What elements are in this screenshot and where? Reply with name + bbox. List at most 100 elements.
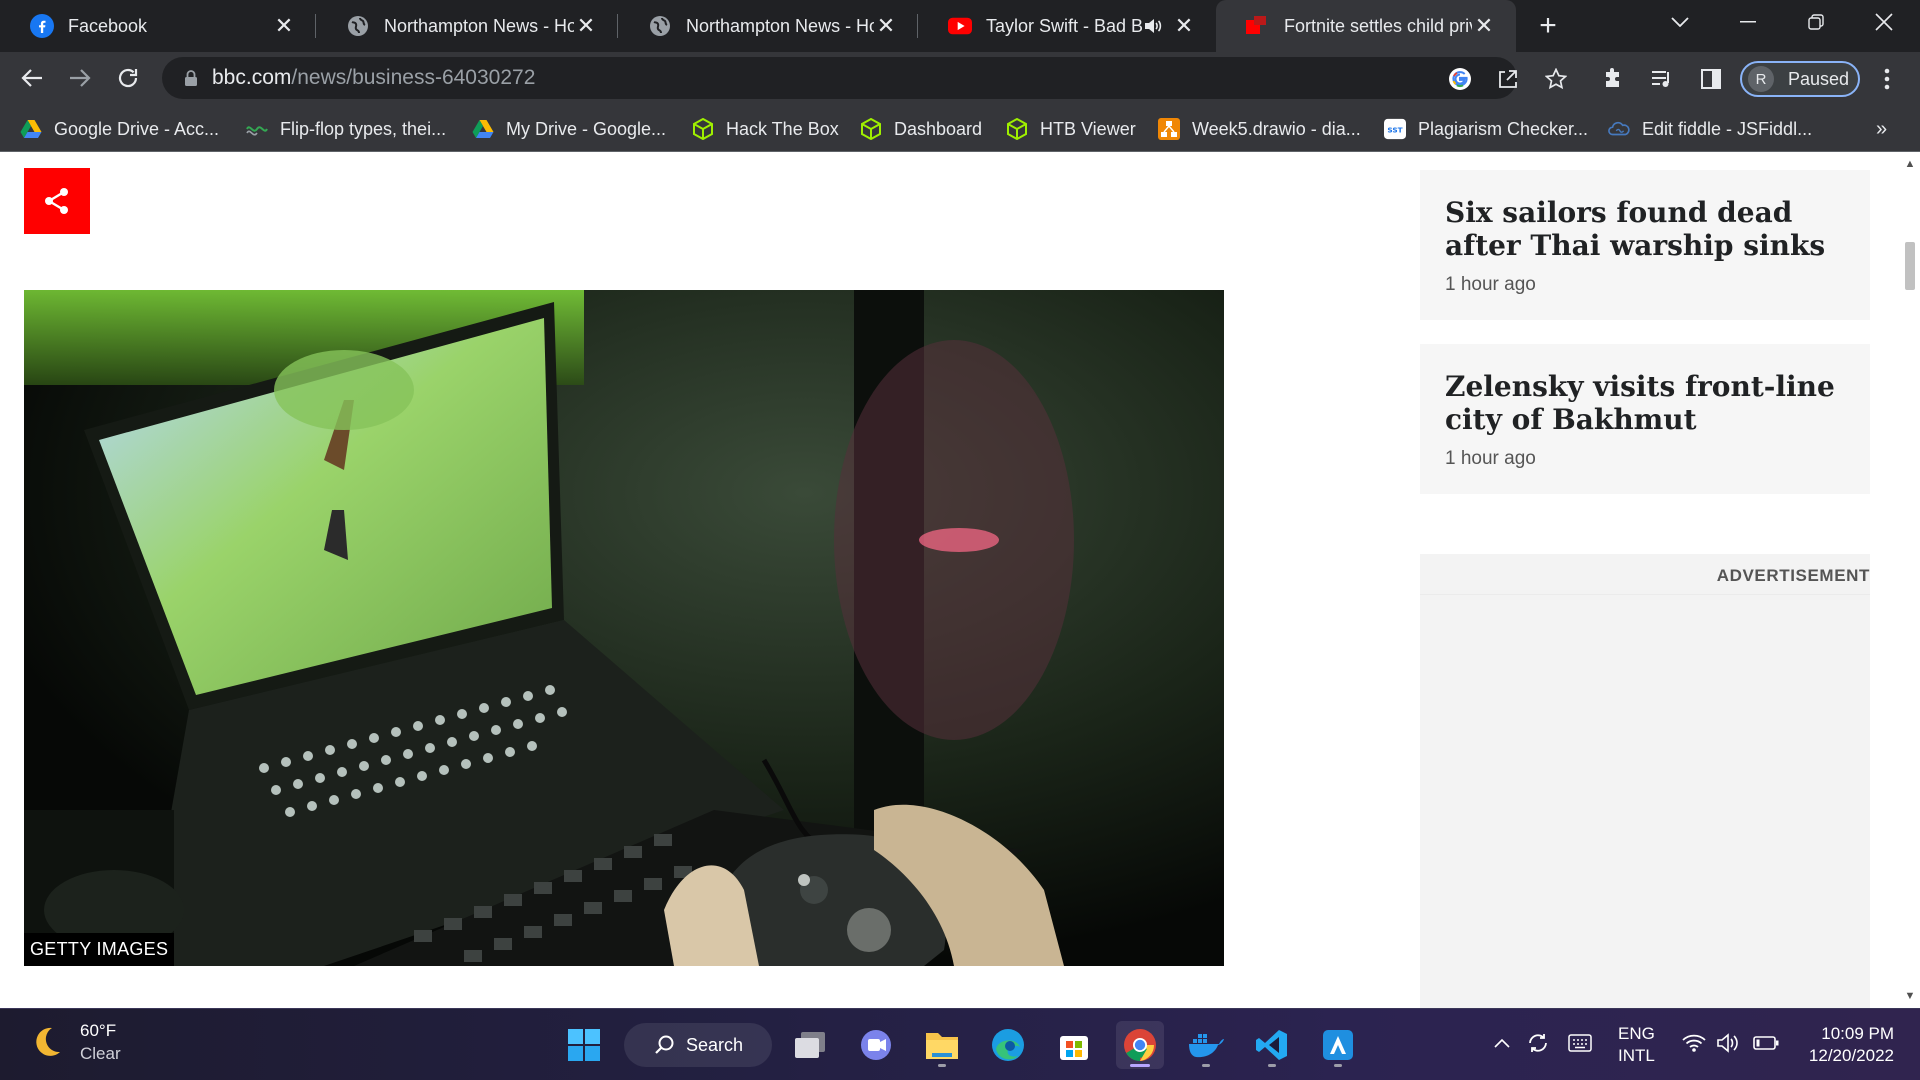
youtube-icon	[948, 14, 972, 38]
more-bookmarks-chevron-icon[interactable]: »	[1876, 116, 1887, 142]
hackthebox-icon	[692, 118, 714, 140]
tray-overflow-chevron-icon[interactable]	[1488, 1029, 1516, 1057]
hackthebox-icon	[1006, 118, 1028, 140]
google-lens-icon[interactable]	[1448, 67, 1472, 91]
wifi-icon[interactable]	[1680, 1029, 1708, 1057]
share-page-icon[interactable]	[1496, 67, 1520, 91]
clock-time: 10:09 PM	[1821, 1024, 1894, 1043]
new-tab-button[interactable]: +	[1532, 9, 1564, 42]
close-tab-icon[interactable]: ✕	[1472, 13, 1496, 38]
story-headline[interactable]: Zelensky visits front-line city of Bakhm…	[1445, 370, 1845, 436]
volume-icon[interactable]	[1714, 1029, 1742, 1057]
article-hero-image: GETTY IMAGES	[24, 290, 1224, 966]
close-tab-icon[interactable]: ✕	[874, 13, 898, 38]
file-explorer-button[interactable]	[918, 1021, 966, 1069]
microsoft-store-button[interactable]	[1050, 1021, 1098, 1069]
bookmarks-bar: Google Drive - Acc... Flip-flop types, t…	[0, 104, 1920, 152]
tab-search-chevron-icon[interactable]	[1652, 0, 1708, 44]
windows-logo-icon	[568, 1029, 600, 1061]
url-path: /news/business-64030272	[291, 66, 536, 89]
tab-northampton-2[interactable]: Northampton News - Hom ✕	[618, 0, 918, 52]
chrome-icon	[1124, 1029, 1156, 1061]
vertical-scrollbar[interactable]: ▲ ▼	[1900, 152, 1920, 1008]
close-tab-icon[interactable]: ✕	[1172, 13, 1196, 38]
tab-title: Facebook	[68, 15, 148, 36]
moon-icon	[36, 1027, 60, 1056]
profile-button[interactable]: R Paused	[1740, 61, 1860, 97]
touch-keyboard-icon[interactable]	[1566, 1029, 1594, 1057]
back-button[interactable]	[14, 60, 50, 96]
extensions-puzzle-icon[interactable]	[1600, 66, 1626, 92]
teams-chat-button[interactable]	[852, 1021, 900, 1069]
forward-button[interactable]	[62, 60, 98, 96]
url-host: bbc.com	[212, 66, 292, 89]
docker-whale-icon	[1189, 1034, 1224, 1058]
minimize-button[interactable]	[1720, 0, 1776, 44]
sidebar-story-card[interactable]: Six sailors found dead after Thai warshi…	[1420, 170, 1870, 320]
speaker-icon[interactable]	[1142, 15, 1164, 37]
tab-facebook[interactable]: Facebook ✕	[0, 0, 316, 52]
bookmark-plagiarism-checker[interactable]: SST Plagiarism Checker...	[1384, 116, 1588, 142]
task-view-button[interactable]	[786, 1021, 834, 1069]
close-window-button[interactable]	[1856, 0, 1912, 44]
edge-button[interactable]	[984, 1021, 1032, 1069]
tab-strip: Facebook ✕ Northampton News - Hom ✕ Nort…	[0, 0, 1920, 52]
bookmark-my-drive[interactable]: My Drive - Google...	[472, 116, 666, 142]
bookmark-flip-flop[interactable]: Flip-flop types, thei...	[246, 116, 446, 142]
tab-northampton-1[interactable]: Northampton News - Hom ✕	[316, 0, 618, 52]
clock-date: 12/20/2022	[1808, 1046, 1894, 1065]
share-button[interactable]	[24, 168, 90, 234]
vscode-icon	[1256, 1030, 1287, 1060]
scroll-down-arrow-icon[interactable]: ▼	[1904, 990, 1916, 1002]
google-drive-icon	[20, 118, 42, 140]
close-tab-icon[interactable]: ✕	[272, 13, 296, 38]
hackthebox-icon	[860, 118, 882, 140]
browser-toolbar: bbc.com/news/business-64030272 R Paused	[0, 52, 1920, 104]
docker-button[interactable]	[1182, 1021, 1230, 1069]
bookmark-htb-viewer[interactable]: HTB Viewer	[1006, 116, 1136, 142]
azure-app-button[interactable]	[1314, 1021, 1362, 1069]
menu-kebab-icon[interactable]	[1874, 66, 1900, 92]
side-panel-icon[interactable]	[1698, 66, 1724, 92]
restore-button[interactable]	[1788, 0, 1844, 44]
windows-taskbar: 60°F Clear Search ENG INTL 10:09 PM 12/2…	[0, 1008, 1920, 1080]
language-indicator[interactable]: ENG INTL	[1618, 1023, 1655, 1067]
sst-icon: SST	[1384, 118, 1406, 140]
start-button[interactable]	[560, 1021, 608, 1069]
url-text: bbc.com/news/business-64030272	[212, 66, 535, 90]
bookmark-hack-the-box[interactable]: Hack The Box	[692, 116, 839, 142]
bookmark-google-drive[interactable]: Google Drive - Acc...	[20, 116, 219, 142]
bookmark-jsfiddle[interactable]: Edit fiddle - JSFiddl...	[1608, 116, 1812, 142]
close-tab-icon[interactable]: ✕	[574, 13, 598, 38]
link-icon	[246, 118, 268, 140]
bookmark-label: Edit fiddle - JSFiddl...	[1642, 118, 1813, 139]
scrollbar-thumb[interactable]	[1905, 242, 1915, 290]
task-view-icon	[795, 1032, 825, 1058]
vscode-button[interactable]	[1248, 1021, 1296, 1069]
store-icon	[1060, 1036, 1088, 1060]
tab-title: Northampton News - Hom	[686, 15, 874, 36]
battery-icon[interactable]	[1752, 1029, 1780, 1057]
chrome-button[interactable]	[1116, 1021, 1164, 1069]
scroll-up-arrow-icon[interactable]: ▲	[1904, 158, 1916, 170]
image-caption: GETTY IMAGES	[24, 933, 175, 966]
media-queue-icon[interactable]	[1649, 66, 1675, 92]
bookmark-label: Hack The Box	[726, 118, 839, 139]
weather-description: Clear	[80, 1044, 121, 1063]
facebook-icon	[30, 14, 54, 38]
bookmark-dashboard[interactable]: Dashboard	[860, 116, 982, 142]
reload-button[interactable]	[110, 60, 146, 96]
address-bar[interactable]: bbc.com/news/business-64030272	[162, 57, 1567, 99]
bookmark-label: Dashboard	[894, 118, 983, 139]
globe-icon	[648, 14, 672, 38]
tab-bbc-active[interactable]: Fortnite settles child priva ✕	[1216, 0, 1516, 52]
bookmark-star-icon[interactable]	[1544, 67, 1568, 91]
system-clock[interactable]: 10:09 PM 12/20/2022	[1798, 1023, 1894, 1067]
weather-widget[interactable]: 60°F Clear	[28, 1019, 121, 1065]
taskbar-search[interactable]: Search	[624, 1023, 772, 1067]
sidebar-story-card[interactable]: Zelensky visits front-line city of Bakhm…	[1420, 344, 1870, 494]
sync-icon[interactable]	[1524, 1029, 1552, 1057]
story-headline[interactable]: Six sailors found dead after Thai warshi…	[1445, 196, 1845, 262]
tab-youtube[interactable]: Taylor Swift - Bad Blo ✕	[918, 0, 1216, 52]
bookmark-drawio[interactable]: Week5.drawio - dia...	[1158, 116, 1361, 142]
